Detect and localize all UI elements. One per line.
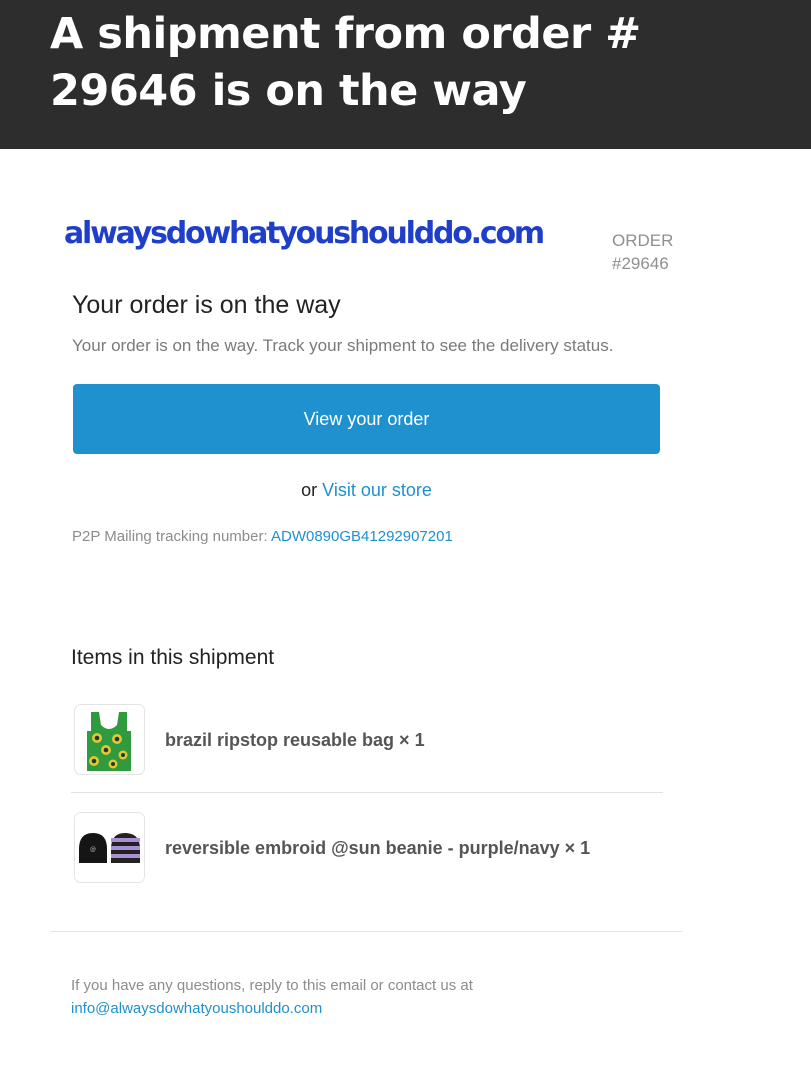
order-number: #29646 (612, 254, 669, 273)
item-title: reversible embroid @sun beanie - purple/… (165, 838, 591, 858)
or-text: or (301, 480, 318, 500)
order-label: ORDER (612, 231, 674, 250)
page-title: Your order is on the way (72, 291, 341, 319)
order-number-block: ORDER #29646 (612, 229, 673, 275)
svg-text:@: @ (90, 846, 96, 853)
bag-product-image (74, 704, 145, 775)
tracking-info: P2P Mailing tracking number: ADW0890GB41… (72, 527, 453, 547)
email-page: A shipment from order # 29646 is on the … (0, 0, 811, 1080)
beanie-product-image: @ (74, 812, 145, 883)
tracking-label: P2P Mailing tracking number: (72, 528, 268, 545)
bag-image-graphic (75, 705, 144, 774)
tracking-number-link[interactable]: ADW0890GB41292907201 (271, 528, 453, 545)
item-divider (71, 792, 663, 793)
status-description: Your order is on the way. Track your shi… (72, 336, 614, 355)
footer-contact-text: If you have any questions, reply to this… (71, 977, 473, 994)
items-heading: Items in this shipment (71, 646, 275, 669)
list-item: brazil ripstop reusable bag × 1 (74, 704, 664, 776)
item-title: brazil ripstop reusable bag × 1 (165, 730, 425, 750)
footer-divider (50, 931, 682, 932)
notification-title: A shipment from order # 29646 is on the … (50, 9, 641, 116)
contact-email-link[interactable]: info@alwaysdowhatyoushoulddo.com (71, 997, 322, 1020)
view-order-button[interactable]: View your order (73, 384, 660, 454)
visit-store-line: or Visit our store (0, 478, 733, 502)
beanie-image-graphic: @ (75, 813, 144, 882)
visit-store-link[interactable]: Visit our store (322, 480, 432, 500)
list-item: @ reversible embroid @sun beanie - purpl… (74, 812, 664, 884)
notification-header: A shipment from order # 29646 is on the … (0, 0, 811, 149)
store-logo[interactable]: alwaysdowhatyoushoulddo.com (64, 214, 545, 254)
